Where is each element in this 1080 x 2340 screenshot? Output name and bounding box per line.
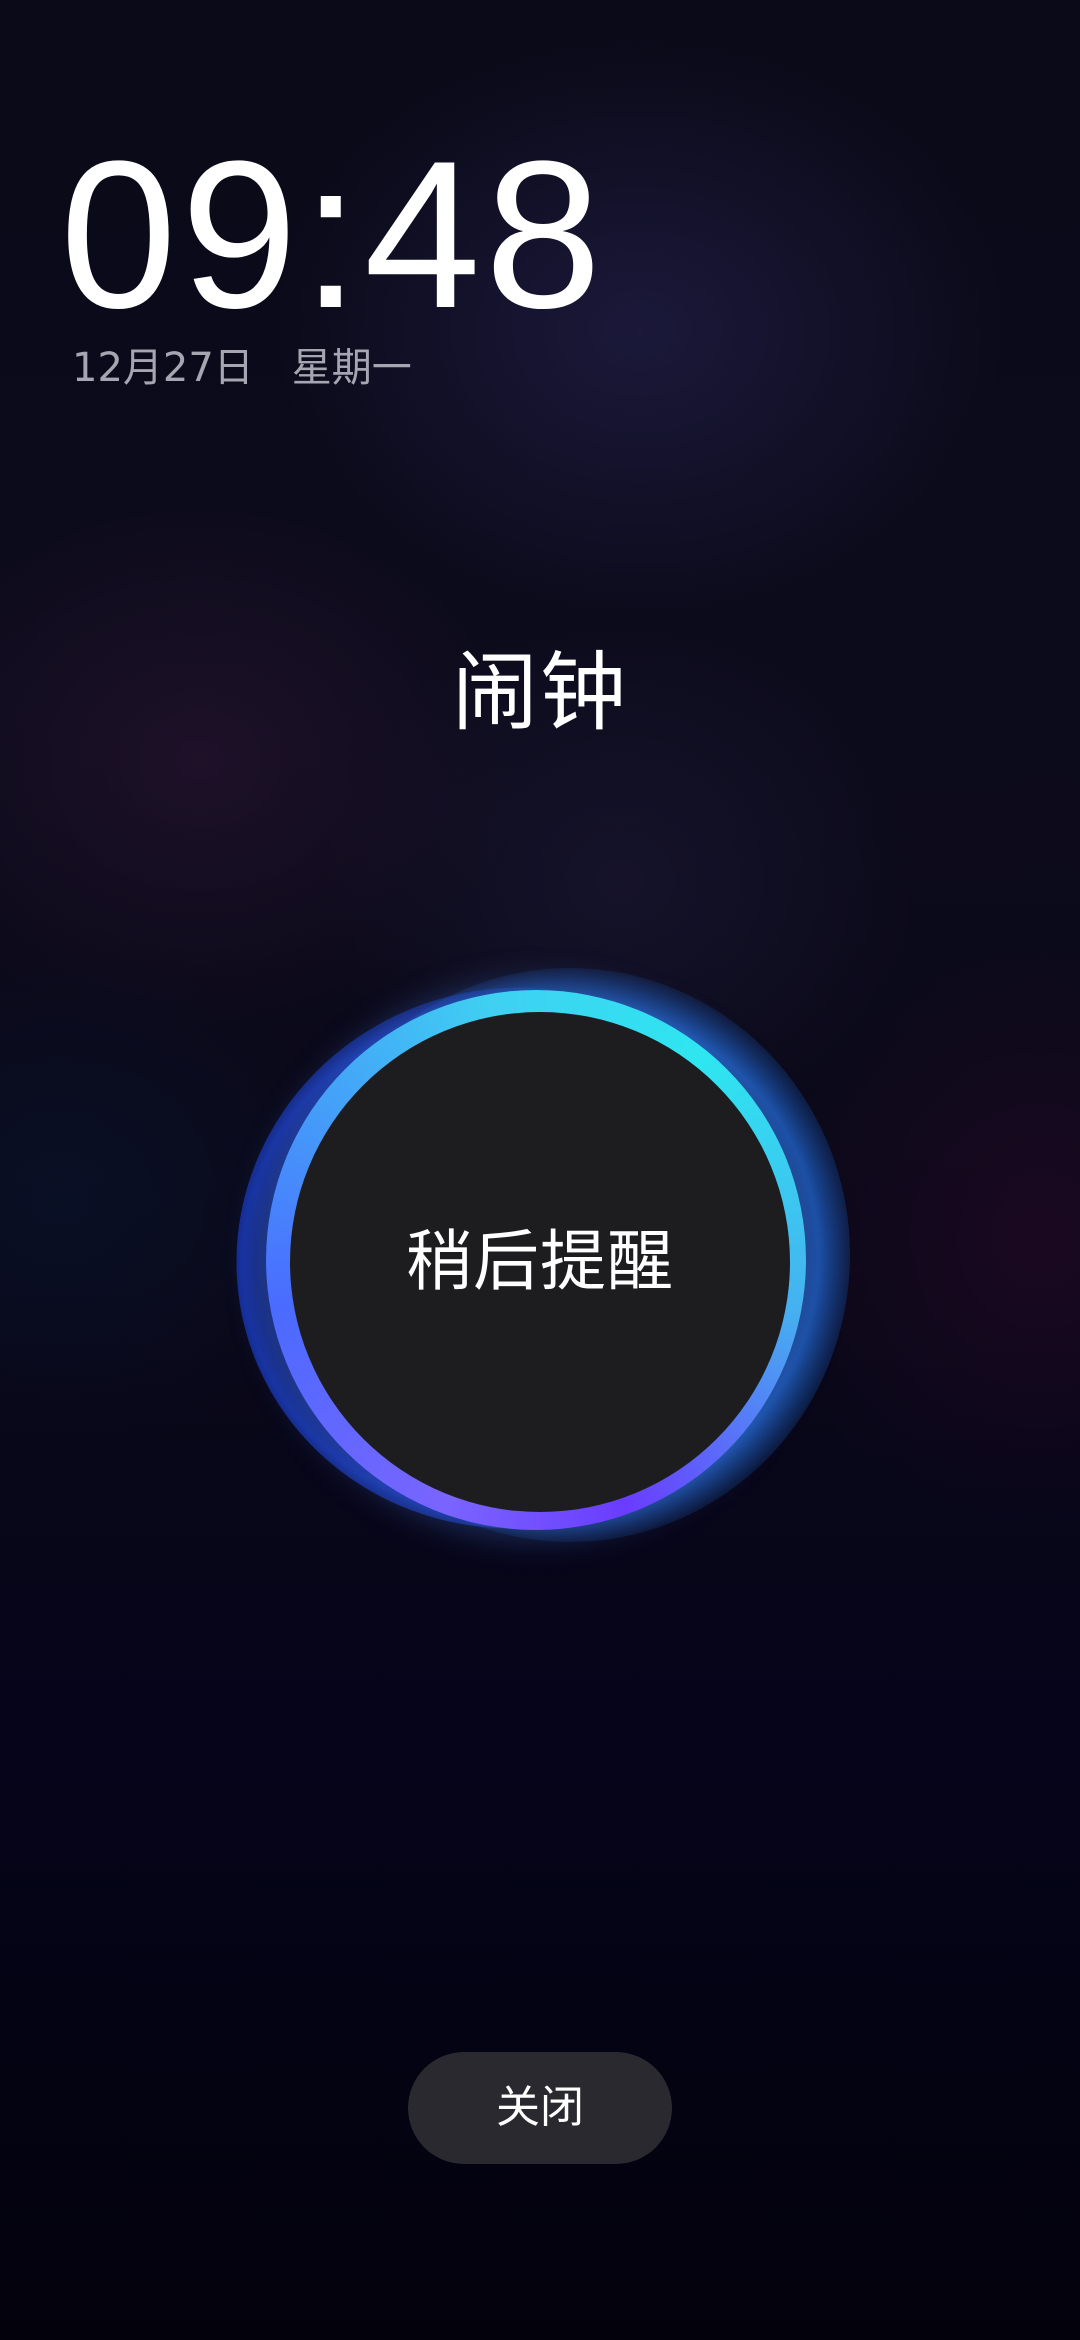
date-label: 12月27日 [72, 345, 254, 391]
clock-time: 09:48 [60, 117, 606, 352]
date-row: 12月27日 星期一 [72, 348, 412, 388]
alarm-title: 闹钟 [452, 643, 628, 743]
close-label: 关闭 [496, 2082, 584, 2133]
weekday-label: 星期一 [291, 345, 412, 391]
snooze-label: 稍后提醒 [406, 1223, 674, 1300]
alarm-screen: 09:48 12月27日 星期一 闹钟 稍后提醒 关闭 [0, 0, 1080, 2340]
close-button[interactable]: 关闭 [408, 2052, 672, 2164]
snooze-button[interactable]: 稍后提醒 [185, 935, 850, 1581]
snooze-button-core[interactable]: 稍后提醒 [290, 1012, 790, 1512]
